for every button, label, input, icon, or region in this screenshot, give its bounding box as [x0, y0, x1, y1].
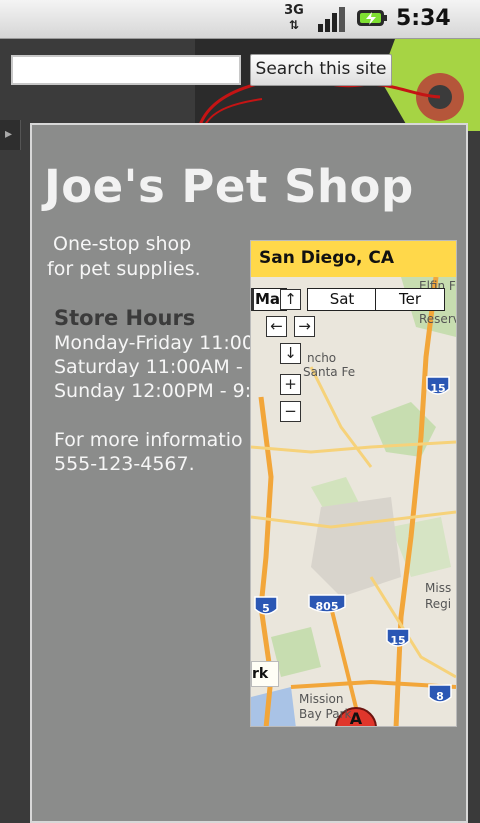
place-label: Bay Park — [299, 707, 352, 721]
highway-shield-5: 5 — [254, 596, 278, 615]
network-type-label: 3G — [284, 3, 304, 18]
svg-text:5: 5 — [262, 602, 270, 615]
svg-text:15: 15 — [390, 634, 405, 647]
map-corner-label: rk — [251, 661, 279, 687]
place-label: Santa Fe — [303, 365, 356, 379]
battery-charging-icon — [357, 10, 387, 26]
tagline-line: for pet supplies. — [47, 258, 201, 280]
page-title: Joe's Pet Shop — [44, 160, 414, 213]
place-label: ncho — [307, 351, 337, 365]
map-location-header: San Diego, CA — [251, 241, 456, 277]
tab-satellite[interactable]: Sat — [307, 288, 377, 311]
svg-text:A: A — [350, 709, 363, 727]
store-hours-heading: Store Hours — [54, 306, 196, 330]
chevron-right-icon: ▸ — [5, 126, 13, 142]
map-widget[interactable]: San Diego, CA 15 5 805 15 8 A Elfin F Re… — [250, 240, 457, 727]
pan-up-button[interactable]: ↑ — [280, 289, 301, 310]
network-3g-icon: 3G ⇅ — [279, 4, 309, 34]
svg-text:805: 805 — [316, 600, 339, 613]
clock-time: 5:34 — [396, 6, 451, 31]
place-label: Miss — [425, 581, 452, 595]
info-line: For more informatio — [54, 429, 243, 451]
highway-shield-15-south: 15 — [386, 628, 410, 647]
pan-down-button[interactable]: ↓ — [280, 343, 301, 364]
place-label: Regi — [425, 597, 452, 611]
status-bar: 3G ⇅ 5:34 PM — [0, 0, 480, 54]
highway-shield-8: 8 — [428, 684, 452, 703]
highway-shield-15: 15 — [426, 376, 450, 395]
tab-terrain[interactable]: Ter — [375, 288, 445, 311]
pan-right-button[interactable]: → — [294, 316, 315, 337]
contact-info: For more informatio 555-123-4567. — [54, 428, 254, 476]
highway-shield-805: 805 — [308, 594, 346, 613]
zoom-in-button[interactable]: + — [280, 374, 301, 395]
svg-text:8: 8 — [436, 690, 444, 703]
search-button[interactable]: Search this site — [250, 54, 392, 86]
hours-line: Sunday 12:00PM - 9:0 — [54, 380, 254, 402]
place-label: Mission — [299, 692, 344, 706]
place-label: Reserve — [419, 312, 456, 326]
store-hours-list: Monday-Friday 11:00 Saturday 11:00AM - 1… — [54, 331, 254, 403]
signal-strength-icon — [318, 7, 345, 32]
svg-text:15: 15 — [430, 382, 445, 395]
phone-number[interactable]: 555-123-4567. — [54, 452, 254, 476]
zoom-out-button[interactable]: − — [280, 401, 301, 422]
tagline-line: One-stop shop — [53, 233, 192, 255]
search-input[interactable] — [11, 55, 241, 85]
tagline: One-stop shop for pet supplies. — [47, 232, 247, 282]
hours-line: Monday-Friday 11:00 — [54, 332, 254, 354]
pan-left-button[interactable]: ← — [266, 316, 287, 337]
hours-line: Saturday 11:00AM - 1 — [54, 356, 254, 378]
sidebar-toggle-tab[interactable]: ▸ — [0, 120, 21, 150]
